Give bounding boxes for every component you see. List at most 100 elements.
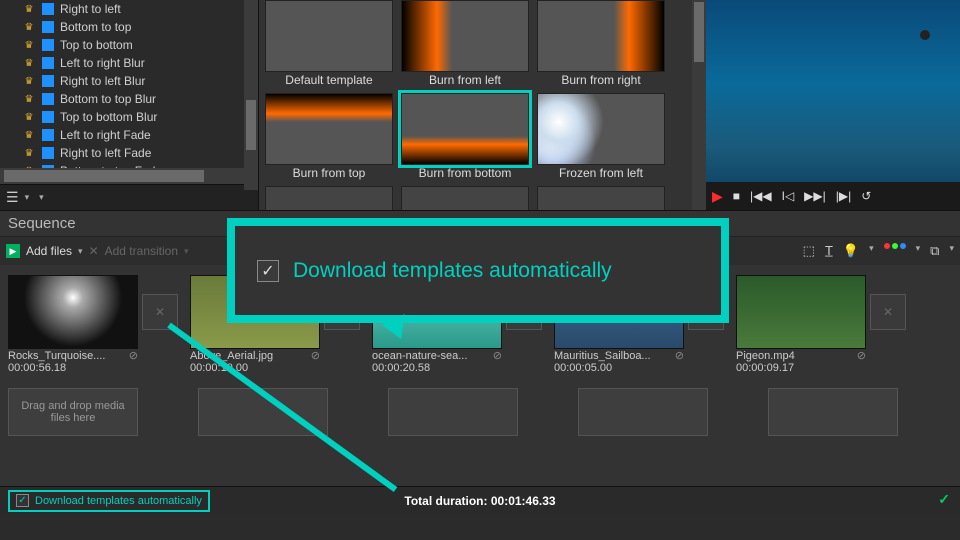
template-caption: Frozen from left [537,165,665,182]
confirm-button[interactable] [920,491,956,511]
clip[interactable]: ✕ Rocks_Turquoise....⊘ 00:00:56.18 [8,275,178,374]
tree-item[interactable]: ♛Right to left Fade [4,144,258,162]
prev-button[interactable]: |◀◀ [750,189,772,203]
tree-label: Bottom to top Blur [60,92,156,106]
tree-item[interactable]: ♛ Top to bottom [4,36,258,54]
crown-icon: ♛ [22,4,36,15]
step-back-button[interactable]: I◁ [782,189,795,203]
template-item[interactable]: Default template [265,0,393,89]
template-item[interactable]: Frozen from left [537,93,665,182]
chevron-down-icon[interactable]: ▾ [78,246,83,257]
tree-item[interactable]: ♛Bottom to top Blur [4,90,258,108]
bulb-icon[interactable]: 💡 [843,243,859,259]
tree-label: Right to left Blur [60,74,145,88]
template-caption: Default template [265,72,393,89]
scrollbar-vertical[interactable] [692,0,706,210]
checkbox-label: Download templates automatically [35,495,202,507]
add-files-button[interactable]: Add files [26,244,72,258]
tree-item[interactable]: ♛ Left to right Blur [4,54,258,72]
tree-label: Left to right Blur [60,56,145,70]
download-templates-checkbox[interactable]: ✓ Download templates automatically [8,490,210,512]
remove-icon[interactable]: ⊘ [857,349,866,362]
folder-icon [42,75,54,87]
crown-icon: ♛ [22,112,36,123]
view-toolbar: ☰ ▾ ▾ [0,184,258,210]
tree-label: Top to bottom [60,38,133,52]
playback-controls: ▶ ■ |◀◀ I◁ ▶▶| |▶| ↺ [706,182,960,210]
clip-duration: 00:00:20.58 [372,362,542,374]
chevron-down-icon[interactable]: ▾ [25,192,30,203]
template-caption: Burn from bottom [401,165,529,182]
copy-icon[interactable]: ⧉ [930,243,939,259]
preview-pane: ▶ ■ |◀◀ I◁ ▶▶| |▶| ↺ [706,0,960,210]
crown-icon: ♛ [22,76,36,87]
transition-slot[interactable]: ✕ [870,294,906,330]
checkbox-icon[interactable]: ✓ [16,494,29,507]
template-caption: Burn from right [537,72,665,89]
templates-panel: Default template Burn from left Burn fro… [258,0,706,210]
folder-icon [42,3,54,15]
scrollbar-vertical[interactable] [244,0,258,190]
download-callout: ✓ Download templates automatically [227,218,729,323]
clip-name: ocean-nature-sea... [372,350,467,362]
folder-icon [42,21,54,33]
folder-icon [42,111,54,123]
loop-button[interactable]: ↺ [861,189,871,203]
clip-name: Mauritius_Sailboa... [554,350,651,362]
color-icon[interactable] [884,243,906,259]
tree-label: Bottom to top [60,20,131,34]
list-view-icon[interactable]: ☰ [6,189,19,206]
tree-item[interactable]: ♛ Right to left Blur [4,72,258,90]
remove-icon[interactable]: ⊘ [675,349,684,362]
crown-icon: ♛ [22,58,36,69]
chevron-down-icon[interactable]: ▾ [184,246,189,257]
audio-slot[interactable] [388,388,518,436]
crop-icon[interactable]: ⬚ [803,243,815,259]
audio-slot[interactable] [768,388,898,436]
tree-label: Left to right Fade [60,128,151,142]
step-fwd-button[interactable]: |▶| [836,189,851,203]
remove-icon[interactable]: ⊘ [311,349,320,362]
callout-label: Download templates automatically [293,259,612,283]
audio-track[interactable]: Drag and drop media files here [0,384,960,440]
folder-icon [42,93,54,105]
tree-label: Right to left [60,2,121,16]
audio-slot[interactable] [578,388,708,436]
crown-icon: ♛ [22,22,36,33]
clip-name: Rocks_Turquoise.... [8,350,105,362]
remove-icon[interactable]: ⊘ [493,349,502,362]
audio-drop-slot[interactable]: Drag and drop media files here [8,388,138,436]
tree-label: Top to bottom Blur [60,110,157,124]
scrollbar-horizontal[interactable] [0,168,258,184]
total-duration: Total duration: 00:01:46.33 [404,494,555,508]
checkbox-icon: ✓ [257,260,279,282]
tree-item[interactable]: ♛ Bottom to top [4,18,258,36]
next-button[interactable]: ▶▶| [804,189,826,203]
clip-duration: 00:00:56.18 [8,362,178,374]
clip-thumbnail[interactable] [736,275,866,349]
clip-duration: 00:00:05.00 [554,362,724,374]
play-button[interactable]: ▶ [712,188,723,205]
template-item[interactable]: Burn from top [265,93,393,182]
tree-label: Right to left Fade [60,146,151,160]
remove-icon[interactable]: ⊘ [129,349,138,362]
tree-item[interactable]: ♛ Left to right Fade [4,126,258,144]
effects-tree-pane: ♛ Right to left ♛ Bottom to top ♛ Top to bo… [0,0,258,210]
add-transition-button[interactable]: Add transition [105,244,178,258]
effects-tree[interactable]: ♛ Right to left ♛ Bottom to top ♛ Top to bo… [0,0,258,168]
stop-button[interactable]: ■ [733,189,740,203]
template-item[interactable]: Burn from right [537,0,665,89]
text-tool-icon[interactable]: T̲ [825,243,833,259]
crown-icon: ♛ [22,40,36,51]
tree-item[interactable]: ♛ Right to left [4,0,258,18]
chevron-down-icon[interactable]: ▾ [39,192,44,203]
template-item-selected[interactable]: Burn from bottom [401,93,529,182]
folder-icon [42,39,54,51]
crown-icon: ♛ [22,130,36,141]
template-caption: Burn from left [401,72,529,89]
clip-duration: 00:00:10.00 [190,362,360,374]
clip[interactable]: ✕ Pigeon.mp4⊘ 00:00:09.17 [736,275,906,374]
tree-item[interactable]: ♛ Top to bottom Blur [4,108,258,126]
template-item[interactable]: Burn from left [401,0,529,89]
clip-thumbnail[interactable] [8,275,138,349]
